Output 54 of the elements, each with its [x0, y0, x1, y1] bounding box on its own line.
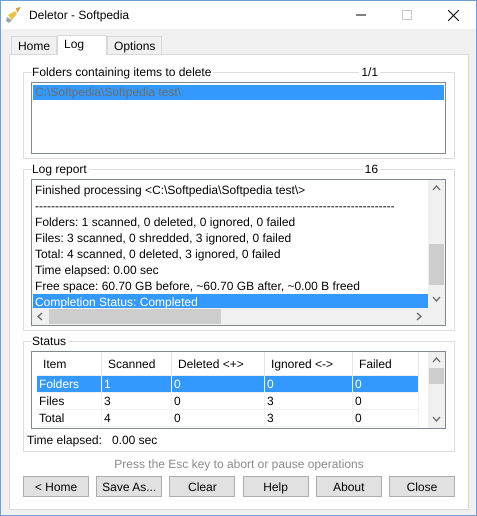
action-button[interactable]: < Home: [23, 476, 89, 497]
group-title: Folders containing items to delete: [32, 65, 214, 79]
hint-text: Press the Esc key to abort or pause operations: [113, 457, 365, 471]
table-cell: 4: [102, 410, 172, 427]
group-title: Log report: [32, 162, 89, 176]
table-cell: 0: [265, 376, 353, 393]
scrollbar-thumb[interactable]: [429, 368, 444, 384]
table-cell: 0: [172, 376, 265, 393]
vertical-scrollbar[interactable]: [428, 180, 445, 308]
table-cell: Folders: [37, 376, 102, 393]
log-line[interactable]: Total: 4 scanned, 0 deleted, 3 ignored, 0 failed: [33, 246, 428, 262]
horizontal-scrollbar[interactable]: [32, 308, 428, 325]
time-elapsed-value: 0.00 sec: [112, 433, 158, 447]
table-cell: 3: [265, 410, 353, 427]
time-elapsed-label: Time elapsed:: [27, 433, 102, 447]
tab[interactable]: Options: [107, 36, 162, 54]
table-cell: 0: [172, 393, 265, 410]
scroll-up-icon[interactable]: [432, 356, 441, 365]
table-cell: 0: [172, 410, 265, 427]
scroll-down-icon[interactable]: [432, 415, 441, 424]
window-title: Deletor - Softpedia: [29, 8, 130, 22]
table-cell: 3: [102, 393, 172, 410]
group-title: Status: [32, 334, 68, 348]
log-line[interactable]: Time elapsed: 0.00 sec: [33, 262, 428, 278]
table-cell: 1: [102, 376, 172, 393]
log-line[interactable]: Folders: 1 scanned, 0 deleted, 0 ignored, 0 failed: [33, 214, 428, 230]
action-button[interactable]: Clear: [169, 476, 236, 497]
action-button[interactable]: Close: [388, 476, 455, 497]
tab[interactable]: Log: [57, 35, 108, 55]
broom-icon: [5, 6, 23, 24]
log-line[interactable]: Files: 3 scanned, 0 shredded, 3 ignored, 0 failed: [33, 230, 428, 246]
table-cell: Total: [37, 410, 102, 427]
log-line[interactable]: Free space: 60.70 GB before, ~60.70 GB after, ~0.00 B freed: [33, 278, 428, 294]
log-line[interactable]: Finished processing <C:\Softpedia\Softpedia test\>: [33, 182, 428, 198]
scrollbar-thumb[interactable]: [49, 309, 221, 324]
scroll-right-icon[interactable]: [415, 312, 424, 321]
scroll-down-icon[interactable]: [432, 295, 441, 304]
tab[interactable]: Home: [11, 36, 58, 54]
action-button[interactable]: About: [316, 476, 382, 497]
table-cell: 3: [265, 393, 353, 410]
action-button[interactable]: Help: [242, 476, 309, 497]
table-cell: 0: [353, 376, 419, 393]
scroll-up-icon[interactable]: [432, 184, 441, 193]
scroll-left-icon[interactable]: [36, 312, 45, 321]
vertical-scrollbar[interactable]: [428, 352, 445, 428]
action-button[interactable]: Save As...: [96, 476, 162, 497]
table-cell: Files: [37, 393, 102, 410]
folder-counter: 1/1: [359, 65, 380, 79]
table-cell: 0: [353, 393, 419, 410]
log-line[interactable]: ------------------------------------------------------------------------------------------: [33, 198, 428, 214]
log-counter: 16: [362, 162, 380, 176]
scrollbar-thumb[interactable]: [429, 244, 444, 285]
close-icon[interactable]: [448, 10, 458, 20]
table-cell: 0: [353, 410, 419, 427]
